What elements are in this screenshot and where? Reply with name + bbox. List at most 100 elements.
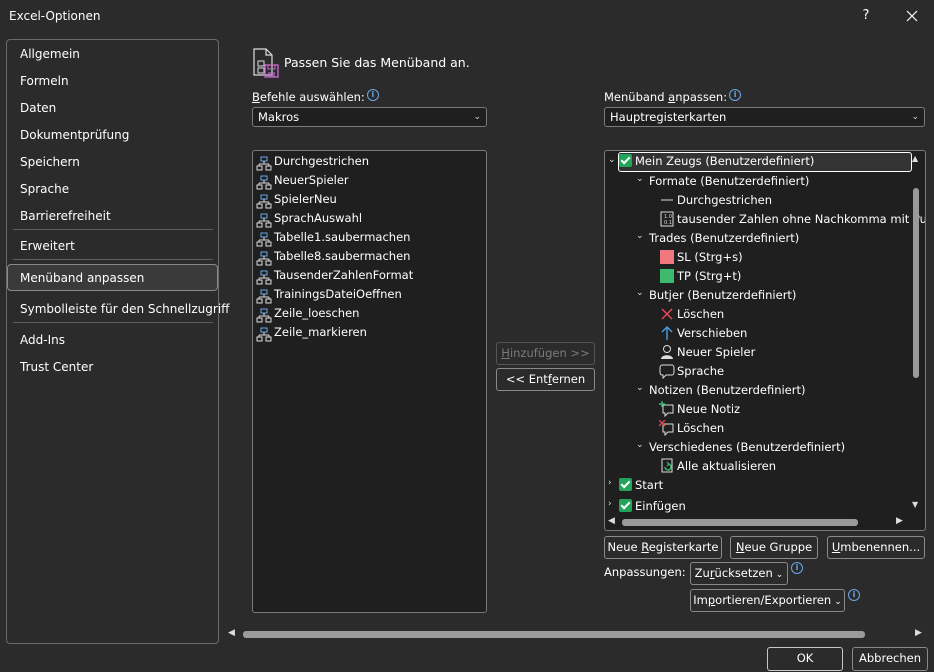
list-item[interactable]: Zeile_markieren [256,323,367,342]
list-item[interactable]: Durchgestrichen [256,152,369,171]
new-tab-button[interactable]: Neue Registerkarte [604,536,722,559]
macro-icon [256,270,272,286]
scroll-right-icon[interactable]: ▶ [915,628,922,638]
tree-item[interactable]: 1.0 0.1 tausender Zahlen ohne Nachkomma mi… [659,210,925,229]
nav-item-menueband-anpassen[interactable]: Menüband anpassen [20,271,144,291]
tree-horizontal-scrollbar[interactable]: ◀ ▶ [608,516,908,528]
commands-list[interactable]: Durchgestrichen NeuerSpieler SpielerNeu … [252,150,487,613]
list-item[interactable]: TrainingsDateiOeffnen [256,285,402,304]
nav-item-allgemein[interactable]: Allgemein [20,47,80,67]
macro-icon [256,308,272,324]
tree-tab-einfuegen[interactable]: Einfügen [619,497,686,516]
nav-separator [13,259,213,260]
nav-item-trust-center[interactable]: Trust Center [20,360,93,380]
info-icon[interactable]: i [366,89,379,101]
tree-item[interactable]: Durchgestrichen [659,191,772,210]
delete-x-icon [659,306,675,322]
new-group-button[interactable]: Neue Gruppe [730,536,818,559]
tree-item[interactable]: Verschieben [659,324,747,343]
red-swatch-icon [659,249,675,265]
green-swatch-icon [659,268,675,284]
scroll-left-icon[interactable]: ◀ [608,516,615,526]
title-bar [0,0,934,32]
macro-icon [256,156,272,172]
chevron-down-icon: ⌄ [911,112,919,122]
help-button[interactable]: ? [852,4,880,28]
nav-item-erweitert[interactable]: Erweitert [20,239,75,259]
list-item[interactable]: Tabelle1.saubermachen [256,228,410,247]
ribbon-label: Menüband anpassen: i [604,89,742,104]
ribbon-tree[interactable]: ⌄ Mein Zeugs (Benutzerdefiniert) ⌄ Forma… [604,150,926,531]
tree-item[interactable]: Alle aktualisieren [659,457,776,476]
page-horizontal-scrollbar[interactable]: ◀ ▶ [228,628,926,640]
info-icon[interactable]: i [729,89,742,101]
tree-group[interactable]: Trades (Benutzerdefiniert) [649,229,799,248]
tree-item[interactable]: TP (Strg+t) [659,267,741,286]
tree-tab-mein-zeugs[interactable]: Mein Zeugs (Benutzerdefiniert) [619,152,814,171]
macro-icon [256,194,272,210]
scrollbar-thumb[interactable] [243,631,865,638]
nav-item-speichern[interactable]: Speichern [20,155,80,175]
nav-item-sprache[interactable]: Sprache [20,182,69,202]
macro-icon [256,175,272,191]
reset-dropdown-button[interactable]: Zurücksetzen ⌄ [690,562,788,585]
chevron-right-icon[interactable]: › [608,478,612,488]
nav-separator [13,229,213,230]
scroll-left-icon[interactable]: ◀ [228,628,235,638]
tree-vertical-scrollbar[interactable]: ▲ ▼ [911,154,921,514]
list-item[interactable]: SprachAuswahl [256,209,362,228]
nav-item-daten[interactable]: Daten [20,101,56,121]
list-item[interactable]: Tabelle8.saubermachen [256,247,410,266]
tree-item[interactable]: Löschen [658,419,724,438]
scrollbar-thumb[interactable] [622,519,858,526]
chevron-down-icon[interactable]: ⌄ [636,288,644,298]
tree-group[interactable]: Verschiedenes (Benutzerdefiniert) [649,438,845,457]
add-button[interactable]: Hinzufügen >> [496,342,595,365]
tree-item[interactable]: Neuer Spieler [659,343,755,362]
list-item[interactable]: TausenderZahlenFormat [256,266,413,285]
nav-item-add-ins[interactable]: Add-Ins [20,333,65,353]
ok-button[interactable]: OK [767,647,843,671]
nav-item-schnellzugriff[interactable]: Symbolleiste für den Schnellzugriff [20,302,229,322]
chevron-down-icon[interactable]: ⌄ [636,440,644,450]
tree-item[interactable]: Löschen [659,305,724,324]
delete-note-icon [658,419,675,437]
scroll-right-icon[interactable]: ▶ [896,516,903,526]
tree-group[interactable]: Butjer (Benutzerdefiniert) [649,286,796,305]
ribbon-dropdown[interactable]: Hauptregisterkarten ⌄ [604,107,925,127]
rename-button[interactable]: Umbenennen... [827,536,925,559]
tree-item[interactable]: Neue Notiz [659,400,740,419]
scrollbar-thumb[interactable] [913,188,919,378]
chevron-down-icon: ⌄ [834,597,842,607]
tree-group[interactable]: Formate (Benutzerdefiniert) [649,172,809,191]
chevron-down-icon[interactable]: ⌄ [636,174,644,184]
nav-item-barrierefreiheit[interactable]: Barrierefreiheit [20,209,111,229]
checkbox-checked-icon[interactable] [619,499,632,512]
scroll-up-icon[interactable]: ▲ [912,154,918,163]
scroll-down-icon[interactable]: ▼ [912,500,918,509]
chevron-down-icon[interactable]: ⌄ [636,383,644,393]
checkbox-checked-icon[interactable] [619,154,632,167]
info-icon[interactable]: i [848,589,860,601]
macro-icon [256,232,272,248]
commands-dropdown[interactable]: Makros ⌄ [252,107,487,127]
nav-item-dokumentpruefung[interactable]: Dokumentprüfung [20,128,129,148]
chevron-down-icon[interactable]: ⌄ [636,231,644,241]
list-item[interactable]: NeuerSpieler [256,171,349,190]
close-button[interactable] [898,4,926,28]
checkbox-checked-icon[interactable] [619,478,632,491]
nav-item-formeln[interactable]: Formeln [20,74,69,94]
tree-group[interactable]: Notizen (Benutzerdefiniert) [649,381,805,400]
svg-text:0.1: 0.1 [664,220,672,226]
import-export-dropdown-button[interactable]: Importieren/Exportieren ⌄ [690,589,845,612]
remove-button[interactable]: << Entfernen [496,368,595,391]
list-item[interactable]: SpielerNeu [256,190,337,209]
chevron-down-icon[interactable]: ⌄ [608,155,616,165]
list-item[interactable]: Zeile_loeschen [256,304,359,323]
tree-item[interactable]: Sprache [659,362,724,381]
chevron-right-icon[interactable]: › [608,499,612,509]
info-icon[interactable]: i [791,562,803,574]
cancel-button[interactable]: Abbrechen [852,647,928,671]
tree-item[interactable]: SL (Strg+s) [659,248,743,267]
tree-tab-start[interactable]: Start [619,476,663,495]
